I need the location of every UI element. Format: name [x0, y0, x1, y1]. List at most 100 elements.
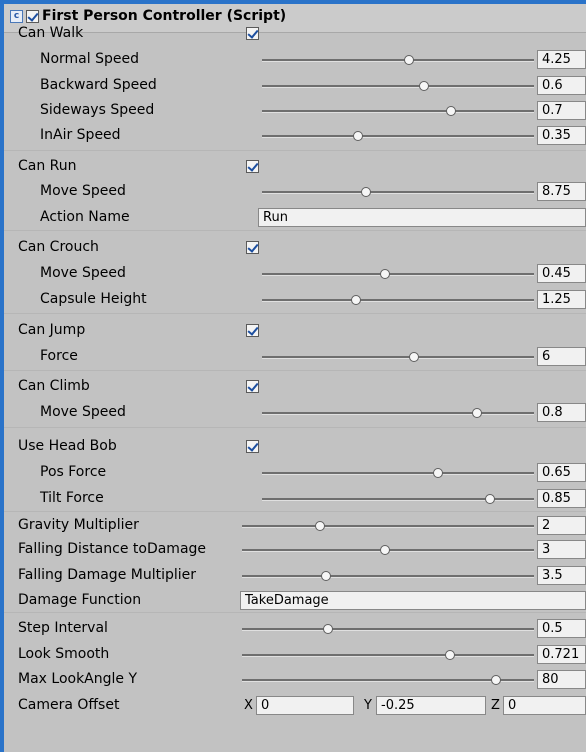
move-speed-value-field[interactable]: 0.8: [537, 403, 586, 422]
tilt-force-slider-thumb[interactable]: [485, 494, 496, 504]
damage-function-label: Damage Function: [18, 592, 142, 608]
section-divider: [4, 612, 586, 613]
can-climb-checkbox[interactable]: [246, 380, 259, 393]
look-smooth-label: Look Smooth: [18, 646, 110, 662]
max-lookangle-y-label: Max LookAngle Y: [18, 671, 138, 687]
normal-speed-slider-track[interactable]: [262, 59, 534, 62]
move-speed-slider-track[interactable]: [262, 191, 534, 194]
component-title: First Person Controller (Script): [42, 8, 287, 24]
step-interval-slider-thumb[interactable]: [323, 624, 334, 634]
can-run-checkbox[interactable]: [246, 160, 259, 173]
sideways-speed-slider-track[interactable]: [262, 110, 534, 113]
move-speed-slider-thumb[interactable]: [379, 269, 390, 279]
sideways-speed-value-field[interactable]: 0.7: [537, 101, 586, 120]
max-lookangle-y-value-field[interactable]: 80: [537, 670, 586, 689]
falling-distance-todamage-value-field[interactable]: 3: [537, 540, 586, 559]
force-value-field[interactable]: 6: [537, 347, 586, 366]
gravity-multiplier-slider-track[interactable]: [242, 525, 534, 528]
look-smooth-slider-track[interactable]: [242, 654, 534, 657]
inair-speed-slider-track[interactable]: [262, 135, 534, 138]
falling-damage-multiplier-label: Falling Damage Multiplier: [18, 567, 197, 583]
move-speed-value-field[interactable]: 8.75: [537, 182, 586, 201]
can-jump-label: Can Jump: [18, 322, 86, 338]
move-speed-label: Move Speed: [40, 265, 126, 281]
action-name-text-field[interactable]: Run: [258, 208, 586, 227]
step-interval-slider-track[interactable]: [242, 628, 534, 631]
capsule-height-label: Capsule Height: [40, 291, 147, 307]
use-head-bob-checkbox[interactable]: [246, 440, 259, 453]
use-head-bob-label: Use Head Bob: [18, 438, 117, 454]
normal-speed-value-field[interactable]: 4.25: [537, 50, 586, 69]
step-interval-value-field[interactable]: 0.5: [537, 619, 586, 638]
section-divider: [4, 150, 586, 151]
look-smooth-slider-thumb[interactable]: [445, 650, 456, 660]
component-enabled-checkbox[interactable]: [26, 10, 39, 23]
force-slider-thumb[interactable]: [408, 352, 419, 362]
tilt-force-label: Tilt Force: [40, 490, 104, 506]
force-label: Force: [40, 348, 78, 364]
gravity-multiplier-slider-thumb[interactable]: [314, 521, 325, 531]
backward-speed-slider-track[interactable]: [262, 85, 534, 88]
section-divider: [4, 511, 586, 512]
backward-speed-value-field[interactable]: 0.6: [537, 76, 586, 95]
action-name-label: Action Name: [40, 209, 130, 225]
pos-force-slider-thumb[interactable]: [432, 468, 443, 478]
damage-function-text-field[interactable]: TakeDamage: [240, 591, 586, 610]
falling-damage-multiplier-slider-thumb[interactable]: [320, 571, 331, 581]
script-icon: c: [10, 10, 23, 23]
inair-speed-label: InAir Speed: [40, 127, 121, 143]
backward-speed-slider-thumb[interactable]: [419, 81, 430, 91]
look-smooth-value-field[interactable]: 0.721: [537, 645, 586, 664]
move-speed-slider-track[interactable]: [262, 273, 534, 276]
falling-damage-multiplier-value-field[interactable]: 3.5: [537, 566, 586, 585]
can-walk-checkbox[interactable]: [246, 27, 259, 40]
capsule-height-slider-thumb[interactable]: [350, 295, 361, 305]
tilt-force-value-field[interactable]: 0.85: [537, 489, 586, 508]
move-speed-slider-track[interactable]: [262, 412, 534, 415]
backward-speed-label: Backward Speed: [40, 77, 157, 93]
move-speed-slider-thumb[interactable]: [361, 187, 372, 197]
section-divider: [4, 427, 586, 428]
pos-force-value-field[interactable]: 0.65: [537, 463, 586, 482]
can-walk-label: Can Walk: [18, 25, 84, 41]
camera-offset-y-label: Y: [364, 698, 372, 713]
component-header[interactable]: c First Person Controller (Script): [4, 4, 586, 33]
falling-damage-multiplier-slider-track[interactable]: [242, 575, 534, 578]
can-run-label: Can Run: [18, 158, 77, 174]
can-crouch-label: Can Crouch: [18, 239, 99, 255]
inair-speed-slider-thumb[interactable]: [353, 131, 364, 141]
camera-offset-z-field[interactable]: 0: [503, 696, 586, 715]
move-speed-slider-thumb[interactable]: [472, 408, 483, 418]
sideways-speed-label: Sideways Speed: [40, 102, 155, 118]
can-climb-label: Can Climb: [18, 378, 90, 394]
force-slider-track[interactable]: [262, 356, 534, 359]
pos-force-label: Pos Force: [40, 464, 107, 480]
capsule-height-slider-track[interactable]: [262, 299, 534, 302]
step-interval-label: Step Interval: [18, 620, 108, 636]
move-speed-label: Move Speed: [40, 183, 126, 199]
move-speed-value-field[interactable]: 0.45: [537, 264, 586, 283]
camera-offset-y-field[interactable]: -0.25: [376, 696, 486, 715]
max-lookangle-y-slider-thumb[interactable]: [490, 675, 501, 685]
inair-speed-value-field[interactable]: 0.35: [537, 126, 586, 145]
can-jump-checkbox[interactable]: [246, 324, 259, 337]
capsule-height-value-field[interactable]: 1.25: [537, 290, 586, 309]
camera-offset-x-field[interactable]: 0: [256, 696, 354, 715]
pos-force-slider-track[interactable]: [262, 472, 534, 475]
normal-speed-slider-thumb[interactable]: [403, 55, 414, 65]
falling-distance-todamage-slider-thumb[interactable]: [380, 545, 391, 555]
camera-offset-label: Camera Offset: [18, 697, 120, 713]
section-divider: [4, 230, 586, 231]
camera-offset-z-label: Z: [491, 698, 500, 713]
falling-distance-todamage-label: Falling Distance toDamage: [18, 541, 207, 557]
gravity-multiplier-label: Gravity Multiplier: [18, 517, 139, 533]
section-divider: [4, 370, 586, 371]
inspector-panel: c First Person Controller (Script) Can W…: [0, 0, 586, 752]
can-crouch-checkbox[interactable]: [246, 241, 259, 254]
normal-speed-label: Normal Speed: [40, 51, 139, 67]
camera-offset-x-label: X: [244, 698, 253, 713]
sideways-speed-slider-thumb[interactable]: [445, 106, 456, 116]
section-divider: [4, 313, 586, 314]
move-speed-label: Move Speed: [40, 404, 126, 420]
gravity-multiplier-value-field[interactable]: 2: [537, 516, 586, 535]
